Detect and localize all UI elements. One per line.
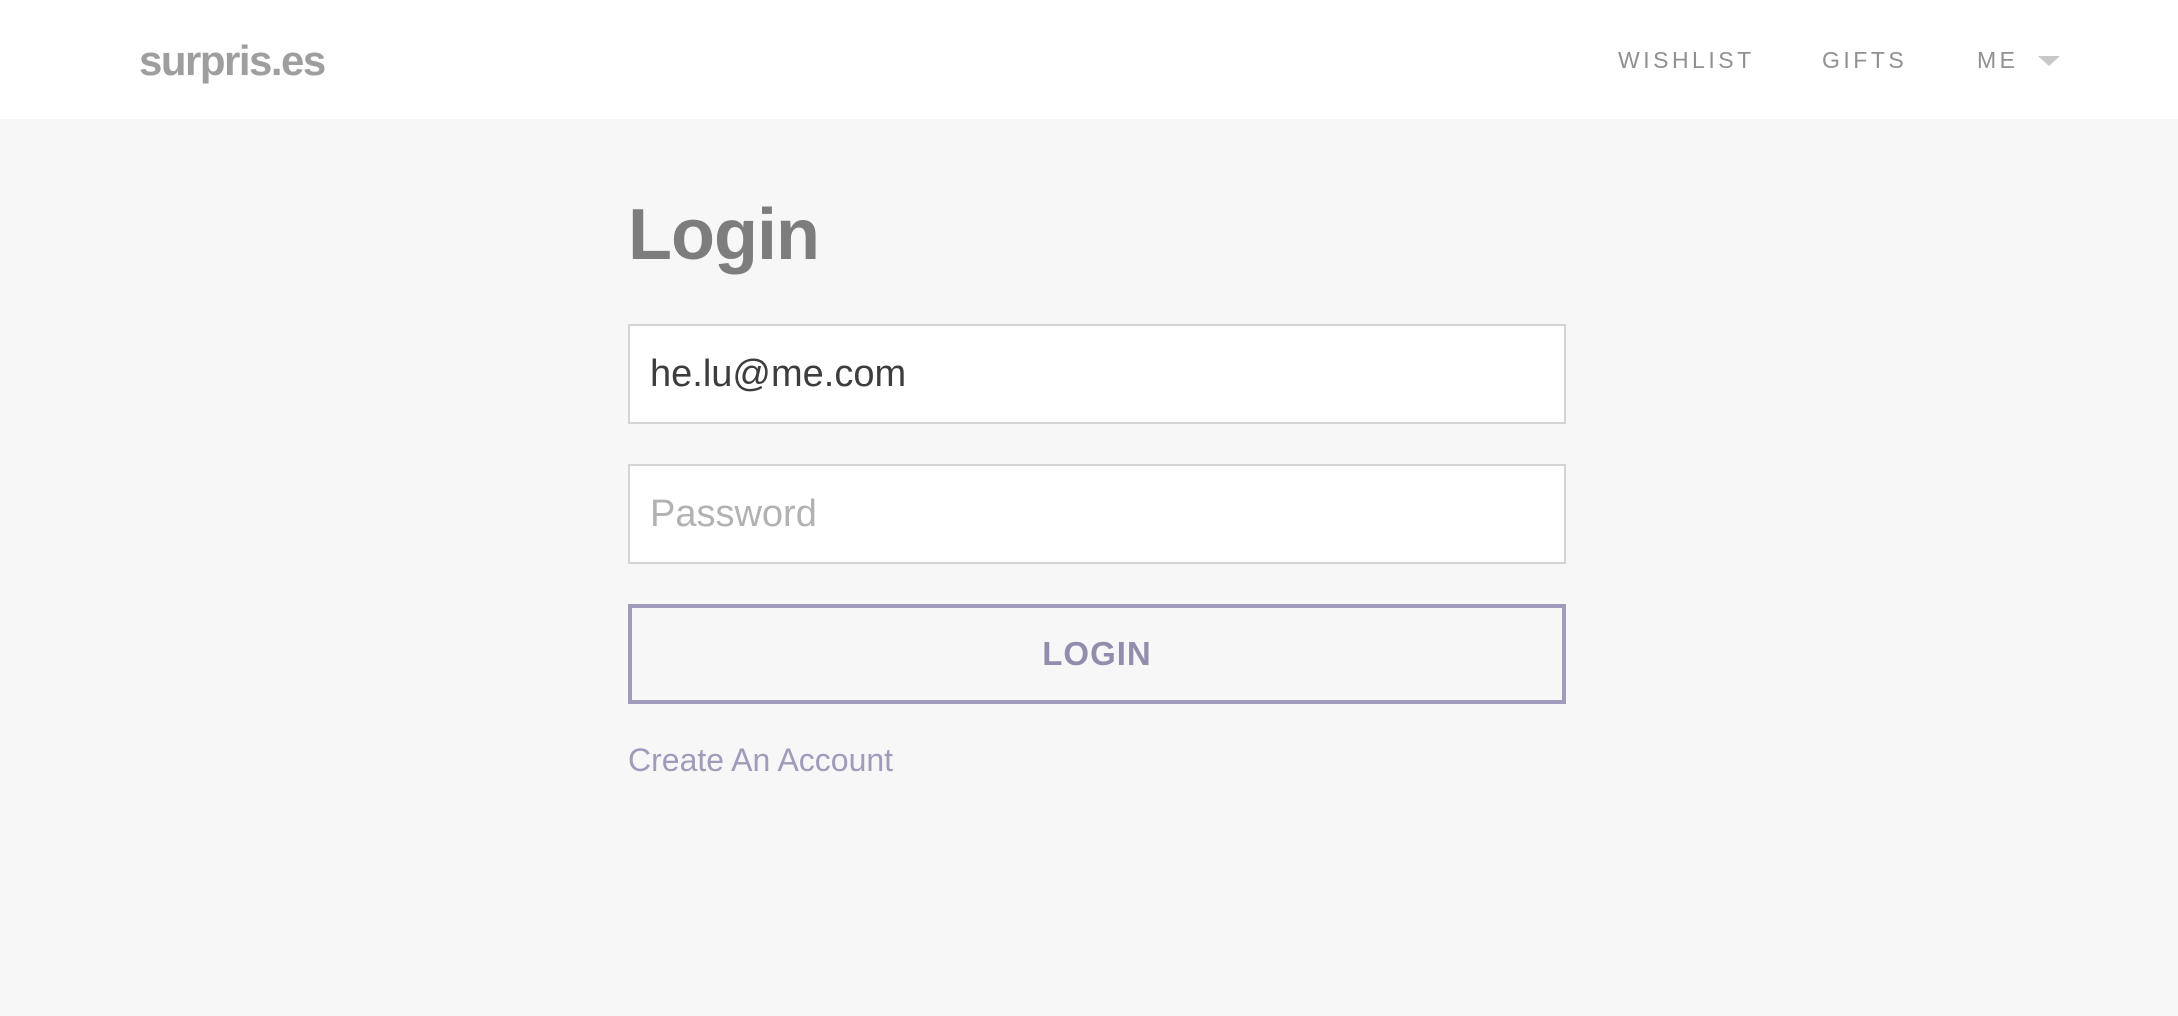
nav-me-menu[interactable]: ME — [1977, 44, 2019, 76]
login-button[interactable]: LOGIN — [628, 604, 1566, 704]
email-field[interactable] — [628, 324, 1566, 424]
create-account-link[interactable]: Create An Account — [628, 738, 893, 782]
top-navigation-bar: surpris.es WISHLIST GIFTS ME — [0, 0, 2178, 119]
nav-gifts-link[interactable]: GIFTS — [1822, 44, 1907, 76]
page-title: Login — [628, 195, 820, 275]
site-logo[interactable]: surpris.es — [139, 36, 326, 86]
nav-wishlist-link[interactable]: WISHLIST — [1618, 44, 1755, 76]
chevron-down-icon[interactable] — [2038, 56, 2060, 66]
password-field[interactable] — [628, 464, 1566, 564]
